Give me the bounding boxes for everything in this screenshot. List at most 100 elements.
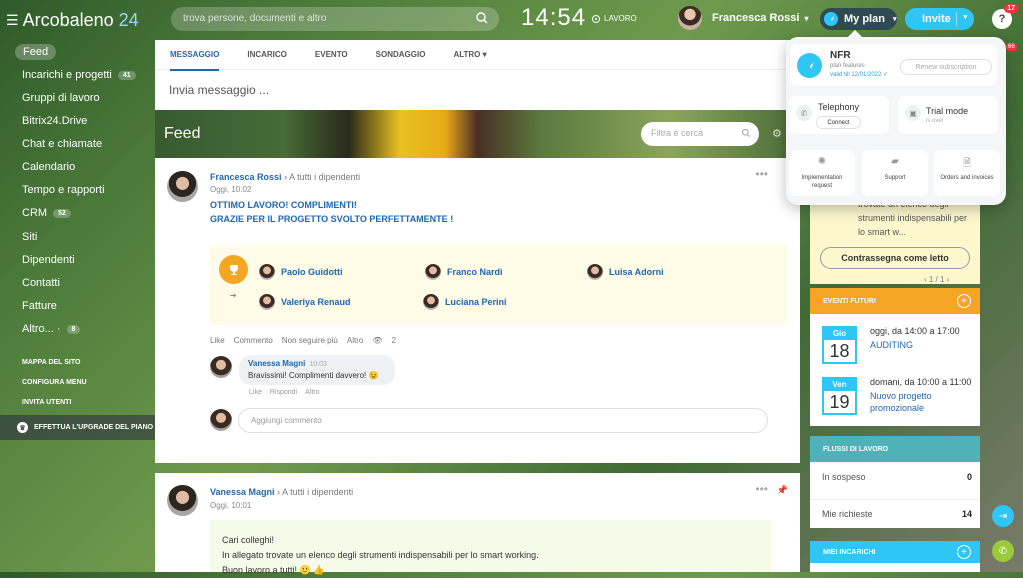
status-icon: [592, 14, 600, 23]
chevron-down-icon[interactable]: ▾: [963, 13, 967, 21]
renew-subscription-button[interactable]: Renew subscription: [900, 59, 992, 75]
exit-icon[interactable]: ⇥: [992, 505, 1014, 527]
tab-more[interactable]: ALTRO ▾: [453, 40, 486, 70]
support-button[interactable]: ▰ Support: [862, 150, 928, 196]
comment-bubble: Vanessa Magni 10:03 Bravissimi! Complimen…: [239, 355, 395, 385]
plan-features-link[interactable]: plan features: [830, 63, 865, 69]
sidebar-item-chat[interactable]: Chat e chiamate: [22, 138, 102, 150]
message-input[interactable]: Invia messaggio ...: [155, 70, 800, 110]
post-time[interactable]: Oggi, 10:02: [210, 185, 251, 194]
add-icon[interactable]: +: [957, 294, 971, 308]
configure-menu-link[interactable]: CONFIGURA MENU: [22, 379, 87, 386]
post-author[interactable]: Francesca Rossi: [210, 172, 282, 182]
sidebar-item-label: Incarichi e progetti: [22, 69, 112, 81]
appreciation-block: ➔ Paolo Guidotti Franco Nardi Luisa Ador…: [210, 245, 787, 325]
recipient[interactable]: Valeriya Renaud: [259, 294, 351, 310]
more-button[interactable]: Altro: [347, 336, 363, 345]
composer-tabs: MESSAGGIO INCARICO EVENTO SONDAGGIO ALTR…: [155, 40, 800, 71]
search-input[interactable]: trova persone, documenti e altro: [171, 7, 499, 31]
recipient-name: Luciana Perini: [445, 297, 507, 307]
menu-icon[interactable]: ☰: [6, 12, 19, 29]
sidebar-item-workgroups[interactable]: Gruppi di lavoro: [22, 92, 100, 104]
gear-icon[interactable]: ⚙: [772, 127, 782, 140]
unfollow-button[interactable]: Non seguire più: [282, 336, 338, 345]
like-button[interactable]: Like: [210, 336, 225, 345]
tab-task[interactable]: INCARICO: [247, 40, 287, 70]
orders-label: Orders and invoices: [940, 175, 994, 181]
sidebar-item-crm[interactable]: CRM 52: [22, 207, 71, 219]
sidebar-item-drive[interactable]: Bitrix24.Drive: [22, 115, 87, 127]
post-recipients[interactable]: A tutti i dipendenti: [289, 172, 360, 182]
invite-users-link[interactable]: INVITA UTENTI: [22, 399, 71, 406]
sitemap-link[interactable]: MAPPA DEL SITO: [22, 359, 80, 366]
sidebar-item-label: Chat e chiamate: [22, 138, 103, 150]
event-title[interactable]: Nuovo progetto promozionale: [870, 390, 980, 414]
rocket-icon: [797, 53, 822, 78]
event-title[interactable]: AUDITING: [870, 339, 980, 351]
recipient[interactable]: Luciana Perini: [423, 294, 507, 310]
post-recipients[interactable]: A tutti i dipendenti: [282, 487, 353, 497]
phone-icon[interactable]: ✆: [992, 540, 1014, 562]
more-icon[interactable]: •••: [755, 482, 768, 496]
plan-card[interactable]: NFR plan features valid till 12/01/2022 …: [790, 44, 997, 86]
top-bar: ☰ Arcobaleno 24 trova persone, documenti…: [0, 0, 1023, 38]
sidebar-item-tasks[interactable]: Incarichi e progetti 41: [22, 69, 136, 81]
implementation-request-button[interactable]: ✺ Implementation request: [789, 150, 855, 196]
telephony-card[interactable]: ✆ Telephony Connect: [789, 96, 889, 134]
more-button[interactable]: Altro: [305, 389, 319, 396]
filter-search-input[interactable]: Filtra e cerca: [641, 122, 759, 146]
trial-label: Trial mode: [926, 106, 969, 116]
work-status[interactable]: LAVORO: [592, 14, 637, 23]
sidebar-item-more[interactable]: Altro... · 8: [22, 323, 81, 335]
user-menu[interactable]: Francesca Rossi ▾: [678, 6, 808, 30]
tab-event[interactable]: EVENTO: [315, 40, 348, 70]
logo[interactable]: ☰ Arcobaleno 24: [6, 10, 139, 31]
sidebar-item-sites[interactable]: Siti: [22, 231, 37, 243]
add-icon[interactable]: +: [957, 545, 971, 559]
more-icon[interactable]: •••: [755, 167, 768, 181]
recipient[interactable]: Paolo Guidotti: [259, 264, 343, 280]
my-plan-button[interactable]: My plan ▾: [820, 8, 897, 30]
sidebar-item-label: Bitrix24.Drive: [22, 115, 88, 127]
sidebar-item-time-reports[interactable]: Tempo e rapporti: [22, 184, 105, 196]
sidebar-item-label: Calendario: [22, 161, 76, 173]
tab-message[interactable]: MESSAGGIO: [170, 40, 220, 71]
event-date: 19: [829, 392, 850, 412]
recipient-name: Paolo Guidotti: [281, 267, 343, 277]
mark-read-button[interactable]: Contrassegna come letto: [820, 247, 970, 269]
comment-text: Bravissimi! Complimenti davvero! 😉: [248, 371, 379, 380]
sidebar-item-contacts[interactable]: Contatti: [22, 277, 60, 289]
chevron-down-icon: ▾: [804, 13, 809, 23]
post-time[interactable]: Oggi, 10:01: [210, 501, 251, 510]
tab-poll[interactable]: SONDAGGIO: [376, 40, 426, 70]
sidebar-item-calendar[interactable]: Calendario: [22, 161, 75, 173]
recipient[interactable]: Luisa Adorni: [587, 264, 664, 280]
avatar: [587, 264, 603, 280]
reply-button[interactable]: Rispondi: [270, 389, 297, 396]
orders-invoices-button[interactable]: 🗎 Orders and invoices: [934, 150, 1000, 196]
comment-author[interactable]: Vanessa Magni: [248, 359, 305, 368]
trial-card[interactable]: ▣ Trial mode is over: [898, 96, 998, 134]
like-button[interactable]: Like: [249, 389, 262, 396]
workflow-row[interactable]: In sospeso 0: [822, 472, 972, 482]
avatar[interactable]: [210, 356, 232, 378]
avatar[interactable]: [167, 485, 198, 516]
sidebar-item-employees[interactable]: Dipendenti: [22, 254, 75, 266]
recipient[interactable]: Franco Nardi: [425, 264, 503, 280]
sidebar-item-label: Fatture: [22, 300, 57, 312]
connect-button[interactable]: Connect: [816, 116, 861, 129]
upgrade-plan-button[interactable]: ♛ EFFETTUA L'UPGRADE DEL PIANO: [0, 415, 155, 440]
comment-button[interactable]: Commento: [234, 336, 273, 345]
comment-input[interactable]: Aggiungi commento: [238, 408, 768, 433]
invite-button[interactable]: Invite ▾: [905, 8, 974, 30]
workflow-row[interactable]: Mie richieste 14: [822, 509, 972, 519]
event-time: oggi, da 14:00 a 17:00: [870, 326, 960, 336]
sidebar-item-feed[interactable]: Feed: [15, 44, 57, 60]
pin-icon[interactable]: 📌: [777, 485, 788, 496]
post-author[interactable]: Vanessa Magni: [210, 487, 275, 497]
task-pager[interactable]: ‹ 1 / 1 ›: [924, 275, 949, 284]
avatar: [678, 6, 702, 30]
help-button[interactable]: ? 17: [992, 4, 1018, 29]
avatar[interactable]: [167, 171, 198, 202]
sidebar-item-invoices[interactable]: Fatture: [22, 300, 57, 312]
